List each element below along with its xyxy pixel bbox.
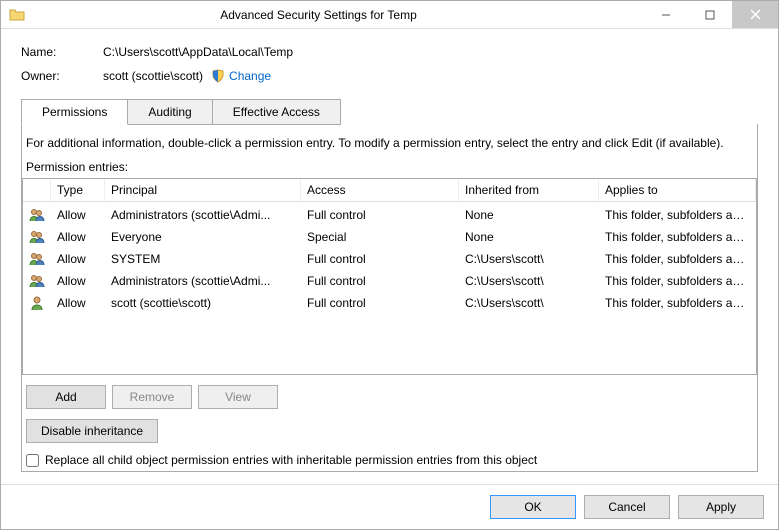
name-row: Name: C:\Users\scott\AppData\Local\Temp (21, 45, 758, 59)
table-header: Type Principal Access Inherited from App… (23, 179, 756, 202)
principal-icon (23, 250, 51, 268)
cell-inherited: C:\Users\scott\ (459, 295, 599, 311)
owner-value: scott (scottie\scott) (103, 69, 203, 83)
cell-inherited: C:\Users\scott\ (459, 273, 599, 289)
tab-auditing[interactable]: Auditing (127, 99, 212, 125)
table-row[interactable]: AllowAdministrators (scottie\Admi...Full… (23, 270, 756, 292)
owner-label: Owner: (21, 69, 103, 83)
window-controls (644, 1, 778, 28)
principal-icon (23, 228, 51, 246)
cell-applies: This folder, subfolders and files (599, 207, 756, 223)
table-body: AllowAdministrators (scottie\Admi...Full… (23, 202, 756, 374)
table-row[interactable]: Allowscott (scottie\scott)Full controlC:… (23, 292, 756, 314)
add-button[interactable]: Add (26, 385, 106, 409)
replace-checkbox-row: Replace all child object permission entr… (22, 453, 757, 467)
tab-effective-access[interactable]: Effective Access (212, 99, 341, 125)
table-row[interactable]: AllowEveryoneSpecialNoneThis folder, sub… (23, 226, 756, 248)
permission-table: Type Principal Access Inherited from App… (22, 178, 757, 375)
cell-applies: This folder, subfolders and files (599, 229, 756, 245)
minimize-button[interactable] (644, 1, 688, 28)
cell-inherited: None (459, 207, 599, 223)
principal-icon (23, 272, 51, 290)
cell-access: Full control (301, 207, 459, 223)
cell-applies: This folder, subfolders and files (599, 295, 756, 311)
cell-type: Allow (51, 273, 105, 289)
cell-type: Allow (51, 207, 105, 223)
header-principal[interactable]: Principal (105, 179, 301, 201)
cell-principal: Administrators (scottie\Admi... (105, 207, 301, 223)
entry-buttons: Add Remove View (22, 385, 757, 409)
principal-icon (23, 206, 51, 224)
change-owner-link[interactable]: Change (211, 69, 271, 83)
header-access[interactable]: Access (301, 179, 459, 201)
table-row[interactable]: AllowAdministrators (scottie\Admi...Full… (23, 204, 756, 226)
cell-principal: SYSTEM (105, 251, 301, 267)
cell-access: Full control (301, 295, 459, 311)
change-label: Change (229, 69, 271, 83)
cell-applies: This folder, subfolders and files (599, 273, 756, 289)
cell-type: Allow (51, 229, 105, 245)
ok-button[interactable]: OK (490, 495, 576, 519)
cell-type: Allow (51, 295, 105, 311)
disable-inheritance-button[interactable]: Disable inheritance (26, 419, 158, 443)
name-value: C:\Users\scott\AppData\Local\Temp (103, 45, 293, 59)
footer: OK Cancel Apply (1, 484, 778, 529)
shield-icon (211, 69, 225, 83)
window: Advanced Security Settings for Temp Name… (0, 0, 779, 530)
info-text: For additional information, double-click… (22, 136, 757, 160)
header-applies[interactable]: Applies to (599, 179, 756, 201)
tab-permissions[interactable]: Permissions (21, 99, 128, 125)
maximize-button[interactable] (688, 1, 732, 28)
owner-row: Owner: scott (scottie\scott) Change (21, 69, 758, 83)
close-button[interactable] (732, 1, 778, 28)
cell-inherited: C:\Users\scott\ (459, 251, 599, 267)
cell-applies: This folder, subfolders and files (599, 251, 756, 267)
remove-button[interactable]: Remove (112, 385, 192, 409)
table-row[interactable]: AllowSYSTEMFull controlC:\Users\scott\Th… (23, 248, 756, 270)
content-area: Name: C:\Users\scott\AppData\Local\Temp … (1, 29, 778, 484)
tabs: Permissions Auditing Effective Access (21, 99, 758, 125)
apply-button[interactable]: Apply (678, 495, 764, 519)
folder-icon (9, 7, 25, 23)
header-type[interactable]: Type (51, 179, 105, 201)
cell-principal: Administrators (scottie\Admi... (105, 273, 301, 289)
cell-access: Full control (301, 251, 459, 267)
titlebar: Advanced Security Settings for Temp (1, 1, 778, 29)
cell-type: Allow (51, 251, 105, 267)
header-inherited[interactable]: Inherited from (459, 179, 599, 201)
cell-inherited: None (459, 229, 599, 245)
permission-entries-label: Permission entries: (22, 160, 757, 178)
cancel-button[interactable]: Cancel (584, 495, 670, 519)
cell-principal: scott (scottie\scott) (105, 295, 301, 311)
tab-body: For additional information, double-click… (21, 124, 758, 472)
replace-checkbox[interactable] (26, 454, 39, 467)
window-title: Advanced Security Settings for Temp (33, 8, 644, 22)
header-icon (23, 179, 51, 201)
principal-icon (23, 294, 51, 312)
view-button[interactable]: View (198, 385, 278, 409)
name-label: Name: (21, 45, 103, 59)
cell-access: Special (301, 229, 459, 245)
cell-principal: Everyone (105, 229, 301, 245)
inheritance-buttons: Disable inheritance (22, 419, 757, 443)
replace-checkbox-label: Replace all child object permission entr… (45, 453, 537, 467)
cell-access: Full control (301, 273, 459, 289)
